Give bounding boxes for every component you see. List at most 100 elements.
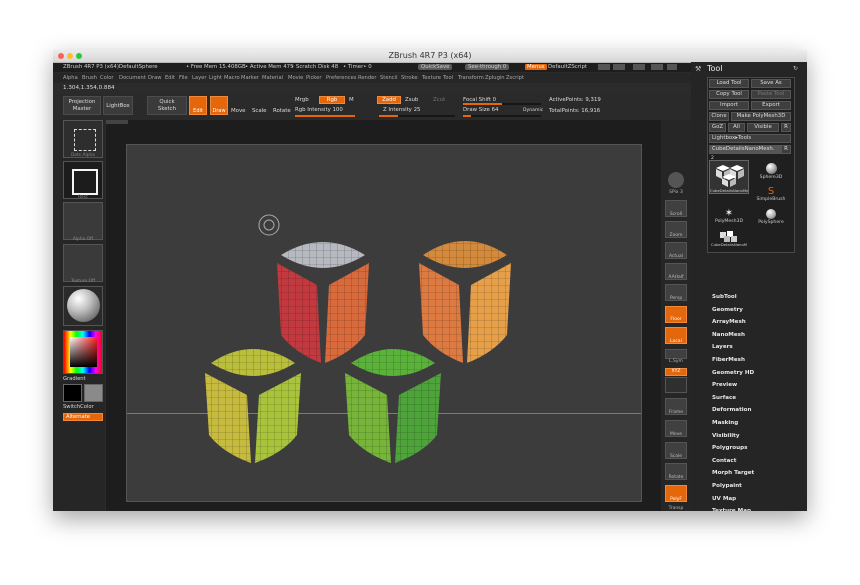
draw-size-track[interactable] — [463, 115, 541, 117]
color-picker[interactable] — [63, 330, 103, 374]
menu-preferences[interactable]: Preferences — [326, 75, 357, 81]
subpalette-subtool[interactable]: SubTool — [712, 294, 737, 300]
subpalette-uv-map[interactable]: UV Map — [712, 496, 736, 502]
thumb-cubedetails-2[interactable]: CubeDetailsNanoM — [709, 230, 749, 250]
zcut-button[interactable]: Zcut — [433, 97, 445, 103]
thumb-polysphere[interactable]: PolySphere — [751, 208, 791, 230]
load-tool-button[interactable]: Load Tool — [709, 79, 749, 88]
scale-button[interactable]: Scale — [252, 108, 267, 114]
rotate-button[interactable]: Rotate — [273, 108, 291, 114]
switch-color-button[interactable]: SwitchColor — [63, 404, 94, 410]
menu-zplugin[interactable]: Zplugin — [485, 75, 505, 81]
texture-off-thumbnail[interactable] — [63, 244, 103, 282]
menu-layer[interactable]: Layer — [192, 75, 206, 81]
projection-master-button[interactable]: Projection Master — [63, 96, 101, 115]
menus-button[interactable]: Menus — [525, 64, 547, 70]
subpalette-geometry-hd[interactable]: Geometry HD — [712, 370, 754, 376]
lightbox-tools-button[interactable]: Lightbox▸Tools — [709, 134, 791, 143]
menu-render[interactable]: Render — [358, 75, 376, 81]
subpalette-polypaint[interactable]: Polypaint — [712, 483, 742, 489]
menu-movie[interactable]: Movie — [288, 75, 303, 81]
move-button[interactable]: Move — [231, 108, 245, 114]
thumb-polymesh3d[interactable]: ✶ PolyMesh3D — [709, 208, 749, 230]
alternate-button[interactable]: Alternate — [63, 413, 103, 421]
menu-brush[interactable]: Brush — [82, 75, 97, 81]
zsub-button[interactable]: Zsub — [405, 97, 418, 103]
m-button[interactable]: M — [349, 97, 354, 103]
spix-button[interactable]: SPix 3 — [661, 190, 691, 195]
import-button[interactable]: Import — [709, 101, 749, 110]
z-intensity-track[interactable] — [379, 115, 455, 117]
spix-icon[interactable] — [668, 172, 684, 188]
clone-button[interactable]: Clone — [709, 112, 729, 121]
subpalette-contact[interactable]: Contact — [712, 458, 736, 464]
default-zscript-button[interactable]: DefaultZScript — [548, 64, 587, 70]
rgb-button[interactable]: Rgb — [319, 96, 345, 104]
subpalette-texture-map[interactable]: Texture Map — [712, 508, 751, 511]
rgb-intensity-slider[interactable]: Rgb Intensity 100 — [295, 107, 343, 113]
menu-tool[interactable]: Tool — [443, 75, 453, 81]
texture-thumbnail[interactable] — [63, 202, 103, 240]
draw-size-slider[interactable]: Draw Size 64 — [463, 107, 498, 113]
subpalette-visibility[interactable]: Visibility — [712, 433, 739, 439]
dock-icon[interactable] — [651, 64, 663, 70]
subpalette-morph-target[interactable]: Morph Target — [712, 470, 754, 476]
menu-texture[interactable]: Texture — [422, 75, 441, 81]
canvas-tab[interactable] — [106, 120, 128, 124]
edit-button[interactable]: Edit — [189, 96, 207, 115]
make-polymesh3d-button[interactable]: Make PolyMesh3D — [731, 112, 791, 121]
menu-transform[interactable]: Transform — [458, 75, 484, 81]
document-canvas[interactable] — [126, 144, 642, 502]
subpalette-geometry[interactable]: Geometry — [712, 307, 743, 313]
focal-shift-track[interactable] — [463, 103, 541, 105]
menu-file[interactable]: File — [179, 75, 188, 81]
subpalette-arraymesh[interactable]: ArrayMesh — [712, 319, 746, 325]
menu-macro[interactable]: Macro — [224, 75, 240, 81]
current-tool-slider[interactable]: CubeDetailsNanoMesh. — [709, 145, 781, 154]
quick-sketch-button[interactable]: Quick Sketch — [147, 96, 187, 115]
thumb-sphere3d[interactable]: Sphere3D — [751, 160, 791, 186]
menu-draw[interactable]: Draw — [148, 75, 162, 81]
draw-button[interactable]: Draw — [210, 96, 228, 115]
quicksave-button[interactable]: QuickSave — [418, 64, 453, 70]
menu-color[interactable]: Color — [100, 75, 114, 81]
hide-icon[interactable] — [667, 64, 677, 70]
zadd-button[interactable]: Zadd — [377, 96, 401, 104]
secondary-color-swatch[interactable] — [84, 384, 103, 402]
menu-alpha[interactable]: Alpha — [63, 75, 78, 81]
lightbox-button[interactable]: LightBox — [103, 96, 133, 115]
subpalette-surface[interactable]: Surface — [712, 395, 736, 401]
goz-all-button[interactable]: All — [728, 123, 745, 132]
menu-document[interactable]: Document — [119, 75, 146, 81]
subpalette-deformation[interactable]: Deformation — [712, 407, 752, 413]
dynamic-button[interactable]: Dynamic — [523, 108, 543, 113]
subpalette-polygroups[interactable]: Polygroups — [712, 445, 747, 451]
paste-tool-button[interactable]: Paste Tool — [751, 90, 791, 99]
main-color-swatch[interactable] — [63, 384, 82, 402]
lsym-icon[interactable] — [665, 349, 687, 359]
goz-visible-button[interactable]: Visible — [747, 123, 779, 132]
xyz-button[interactable]: XYZ — [665, 368, 687, 376]
mrgb-button[interactable]: Mrgb — [295, 97, 309, 103]
menu-stroke[interactable]: Stroke — [401, 75, 418, 81]
thumb-cubedetails[interactable]: CubeDetailsNanoMe — [709, 160, 749, 194]
menu-material[interactable]: Material — [262, 75, 283, 81]
current-tool-r-button[interactable]: R — [781, 145, 791, 154]
menu-zscript[interactable]: Zscript — [506, 75, 524, 81]
menu-stencil[interactable]: Stencil — [380, 75, 398, 81]
rotation-axis-icon[interactable] — [665, 377, 687, 393]
tool-palette-title[interactable]: Tool — [707, 64, 723, 73]
z-intensity-slider[interactable]: Z Intensity 25 — [383, 107, 420, 113]
menu-light[interactable]: Light — [209, 75, 222, 81]
stroke-thumbnail[interactable] — [63, 161, 103, 199]
transp-label[interactable]: Transp — [661, 506, 691, 511]
see-through-slider[interactable]: See-through 0 — [465, 64, 510, 70]
menu-edit[interactable]: Edit — [165, 75, 175, 81]
rgb-intensity-track[interactable] — [295, 115, 355, 117]
color-square[interactable] — [70, 337, 97, 367]
thumb-simplebrush[interactable]: S SimpleBrush — [751, 186, 791, 208]
subpalette-fibermesh[interactable]: FiberMesh — [712, 357, 745, 363]
subpalette-masking[interactable]: Masking — [712, 420, 738, 426]
copy-tool-button[interactable]: Copy Tool — [709, 90, 749, 99]
save-as-button[interactable]: Save As — [751, 79, 791, 88]
